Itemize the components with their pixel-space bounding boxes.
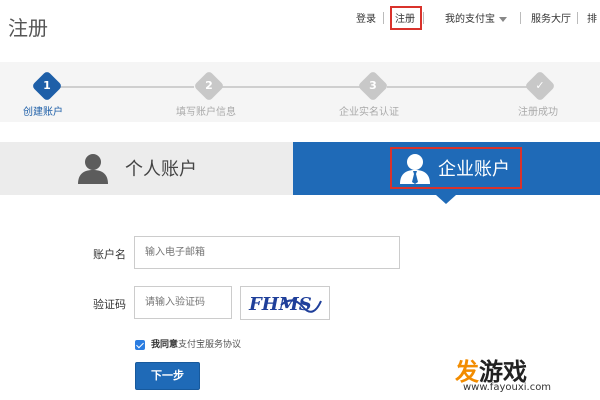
user-icon: [78, 154, 108, 184]
account-name-input[interactable]: [134, 236, 400, 269]
agreement-row: 我同意支付宝服务协议: [135, 337, 241, 350]
service-agreement-link[interactable]: 支付宝服务协议: [178, 340, 241, 350]
login-link[interactable]: 登录: [356, 10, 376, 25]
step-4-check-icon: ✓: [524, 70, 556, 102]
svg-text:FHMS: FHMS: [248, 294, 312, 315]
watermark-logo: 发游戏 www.fayouxi.com: [455, 352, 595, 396]
page-title: 注册: [8, 16, 48, 40]
progress-steps: [0, 62, 600, 122]
my-alipay-menu[interactable]: 我的支付宝: [445, 10, 507, 25]
nav-separator: [520, 12, 521, 24]
chevron-down-icon: [499, 16, 507, 22]
step-2-marker: 2: [193, 70, 225, 102]
watermark-url: www.fayouxi.com: [463, 382, 552, 393]
tab-personal-label: 个人账户: [125, 159, 197, 180]
step-1-label: 创建账户: [23, 107, 63, 118]
my-alipay-label: 我的支付宝: [445, 14, 495, 25]
tab-personal-account[interactable]: 个人账户: [0, 142, 293, 195]
nav-separator: [423, 12, 424, 24]
step-connector: [222, 86, 360, 88]
register-highlight-box: [390, 6, 422, 30]
next-step-button[interactable]: 下一步: [135, 362, 200, 390]
step-3-marker: 3: [357, 70, 389, 102]
enterprise-highlight-box: [390, 147, 522, 189]
agree-checkbox[interactable]: [135, 339, 145, 350]
step-connector: [387, 86, 529, 88]
captcha-graphic: FHMS: [248, 294, 322, 315]
nav-item-truncated[interactable]: 排: [587, 10, 597, 25]
header: 注册 登录 注册 我的支付宝 服务大厅 排: [0, 0, 600, 48]
step-3-label: 企业实名认证: [339, 107, 399, 118]
step-4-label: 注册成功: [518, 107, 558, 118]
step-2-label: 填写账户信息: [176, 107, 236, 118]
nav-separator: [577, 12, 578, 24]
step-1-marker: 1: [31, 70, 63, 102]
captcha-image[interactable]: FHMS: [240, 286, 330, 320]
account-name-label: 账户名: [93, 248, 126, 261]
agree-text: 我同意: [151, 340, 179, 350]
active-tab-pointer: [436, 195, 456, 204]
step-connector: [58, 86, 194, 88]
captcha-label: 验证码: [93, 298, 126, 311]
service-hall-link[interactable]: 服务大厅: [531, 10, 571, 25]
captcha-input[interactable]: [134, 286, 232, 319]
nav-separator: [383, 12, 384, 24]
